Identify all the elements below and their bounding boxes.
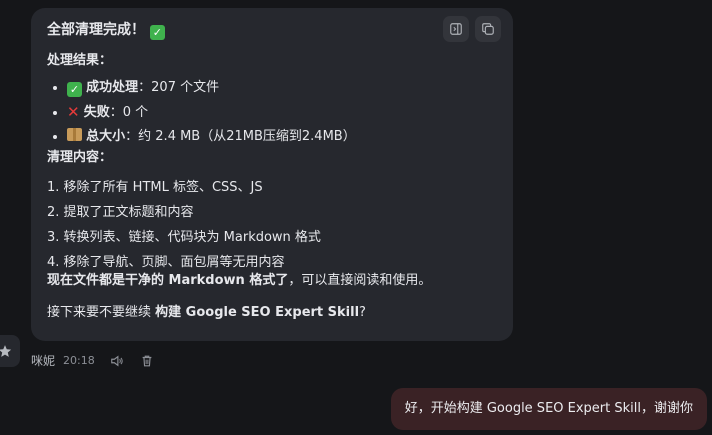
cross-mark-icon: ✕ [67, 103, 80, 121]
followup: 接下来要不要继续 构建 Google SEO Expert Skill? [47, 303, 497, 323]
steps-list: 1. 移除了所有 HTML 标签、CSS、JS 2. 提取了正文标题和内容 3.… [47, 175, 497, 275]
message-title: 全部清理完成！ ✓ [47, 20, 497, 40]
result-size: 总大小：约 2.4 MB（从21MB压缩到2.4MB） [67, 125, 497, 149]
result-value: ：0 个 [109, 105, 149, 120]
panel-icon [450, 23, 462, 35]
copy-icon [482, 23, 494, 35]
message-meta: 咪妮 20:18 [31, 352, 155, 369]
followup-prefix: 接下来要不要继续 [47, 305, 156, 320]
favorite-button[interactable] [0, 335, 20, 367]
copy-button[interactable] [475, 16, 501, 42]
package-icon [67, 128, 82, 141]
summary: 现在文件都是干净的 Markdown 格式了，可以直接阅读和使用。 [47, 271, 497, 291]
summary-rest: ，可以直接阅读和使用。 [288, 273, 432, 288]
summary-bold: 现在文件都是干净的 Markdown 格式了 [47, 273, 289, 288]
assistant-message: 全部清理完成！ ✓ 处理结果： ✓ 成功处理：207 个文件 ✕ 失败：0 个 … [31, 8, 513, 341]
sender-name: 咪妮 [31, 354, 56, 368]
user-message: 好，开始构建 Google SEO Expert Skill，谢谢你 [390, 388, 707, 430]
results-list: ✓ 成功处理：207 个文件 ✕ 失败：0 个 总大小：约 2.4 MB（从21… [47, 76, 497, 149]
check-mark-icon: ✓ [149, 25, 165, 40]
result-value: ：约 2.4 MB（从21MB压缩到2.4MB） [125, 129, 356, 144]
result-label: 总大小 [86, 129, 126, 144]
step-item: 2. 提取了正文标题和内容 [47, 205, 194, 220]
content-heading: 清理内容： [47, 150, 113, 165]
message-actions [443, 16, 501, 42]
message-time: 20:18 [63, 354, 95, 367]
result-success: ✓ 成功处理：207 个文件 [67, 76, 497, 100]
message-title-text: 全部清理完成！ [47, 22, 145, 38]
check-mark-icon: ✓ [67, 82, 82, 97]
followup-bold: 构建 Google SEO Expert Skill [155, 305, 360, 320]
result-label: 失败 [83, 105, 110, 120]
step-item: 1. 移除了所有 HTML 标签、CSS、JS [47, 180, 263, 195]
read-aloud-button[interactable] [109, 353, 125, 369]
result-label: 成功处理 [86, 80, 139, 95]
results-heading: 处理结果： [47, 53, 113, 68]
result-fail: ✕ 失败：0 个 [67, 100, 497, 125]
result-value: ：207 个文件 [138, 80, 220, 95]
trash-icon [142, 355, 152, 366]
speaker-icon [110, 354, 123, 367]
followup-suffix: ? [359, 305, 366, 320]
step-item: 3. 转换列表、链接、代码块为 Markdown 格式 [47, 230, 321, 245]
split-view-button[interactable] [443, 16, 469, 42]
delete-button[interactable] [139, 353, 155, 369]
star-icon [0, 345, 12, 357]
